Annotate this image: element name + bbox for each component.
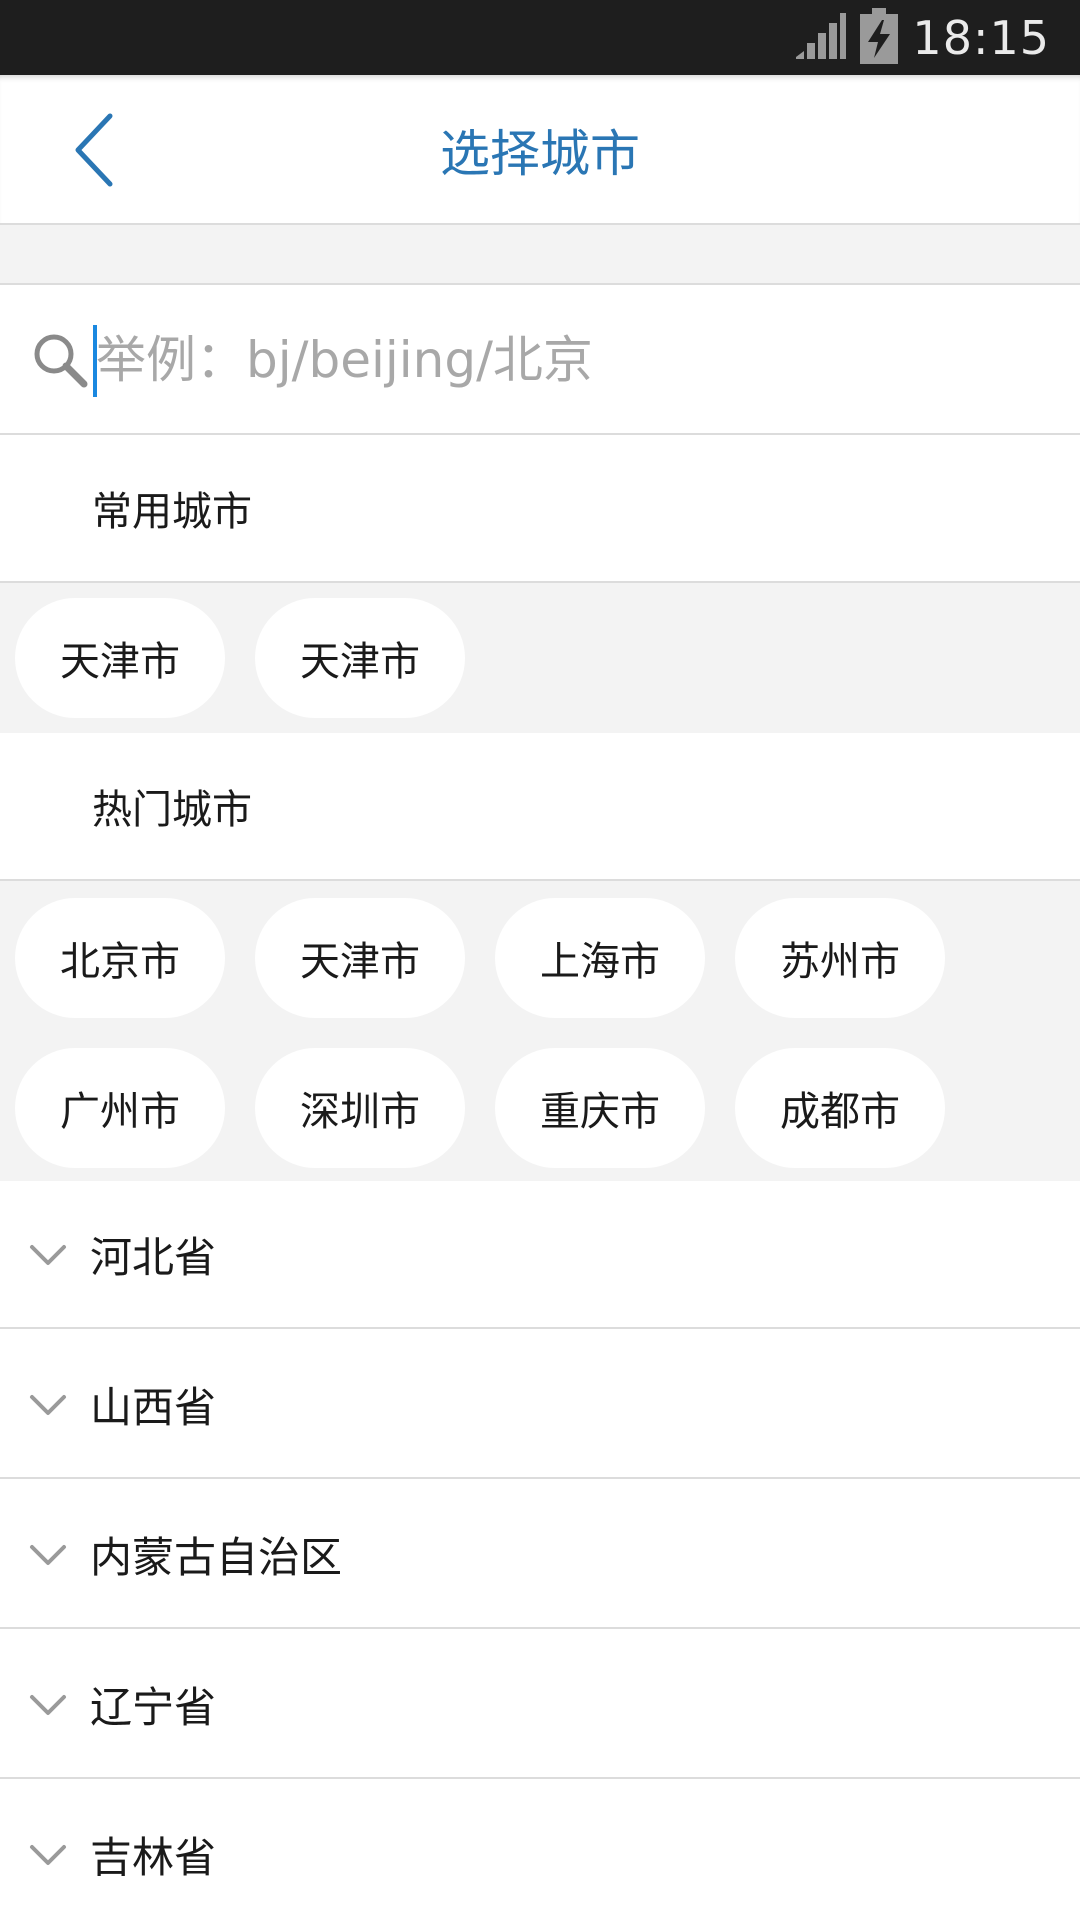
signal-icon (796, 12, 847, 63)
province-label: 山西省 (90, 1382, 217, 1432)
city-chip-hot[interactable]: 北京市 (15, 898, 225, 1018)
search-icon (34, 334, 88, 388)
city-chip-hot[interactable]: 成都市 (735, 1048, 945, 1168)
page-title: 选择城市 (440, 125, 640, 183)
battery-charging-icon (860, 7, 899, 68)
search-bar (0, 285, 1080, 435)
province-row[interactable]: 河北省 (0, 1181, 1080, 1329)
city-chip-hot[interactable]: 天津市 (255, 898, 465, 1018)
city-chip-hot[interactable]: 重庆市 (495, 1048, 705, 1168)
province-row[interactable]: 内蒙古自治区 (0, 1481, 1080, 1629)
frequent-cities-area: 天津市 天津市 (0, 583, 1080, 733)
chevron-down-icon (30, 1545, 66, 1565)
chevron-down-icon (30, 1395, 66, 1415)
city-chip-frequent[interactable]: 天津市 (255, 598, 465, 718)
province-label: 辽宁省 (90, 1682, 217, 1732)
province-label: 内蒙古自治区 (90, 1532, 343, 1582)
chevron-down-icon (30, 1695, 66, 1715)
section-header-frequent: 常用城市 (0, 435, 1080, 583)
city-chip-frequent[interactable]: 天津市 (15, 598, 225, 718)
province-row[interactable]: 山西省 (0, 1331, 1080, 1479)
status-icons: 18:15 (796, 0, 1050, 75)
title-bar: 选择城市 (0, 75, 1080, 225)
city-chip-hot[interactable]: 苏州市 (735, 898, 945, 1018)
section-title-hot: 热门城市 (92, 787, 252, 833)
status-bar: 18:15 (0, 0, 1080, 75)
section-header-hot: 热门城市 (0, 733, 1080, 881)
chevron-left-icon (75, 113, 113, 187)
text-cursor (93, 325, 97, 397)
province-label: 河北省 (90, 1232, 217, 1282)
chevron-down-icon (30, 1845, 66, 1865)
back-button[interactable] (50, 105, 140, 195)
section-title-frequent: 常用城市 (92, 489, 252, 535)
province-label: 吉林省 (90, 1832, 217, 1882)
status-time: 18:15 (912, 10, 1050, 65)
province-row[interactable]: 辽宁省 (0, 1631, 1080, 1779)
city-chip-hot[interactable]: 深圳市 (255, 1048, 465, 1168)
hot-cities-area: 北京市 天津市 上海市 苏州市 广州市 深圳市 重庆市 成都市 (0, 881, 1080, 1181)
search-input[interactable] (92, 315, 1032, 405)
province-row[interactable]: 吉林省 (0, 1781, 1080, 1920)
chevron-down-icon (30, 1245, 66, 1265)
spacer-band (0, 225, 1080, 285)
city-chip-hot[interactable]: 广州市 (15, 1048, 225, 1168)
city-chip-hot[interactable]: 上海市 (495, 898, 705, 1018)
